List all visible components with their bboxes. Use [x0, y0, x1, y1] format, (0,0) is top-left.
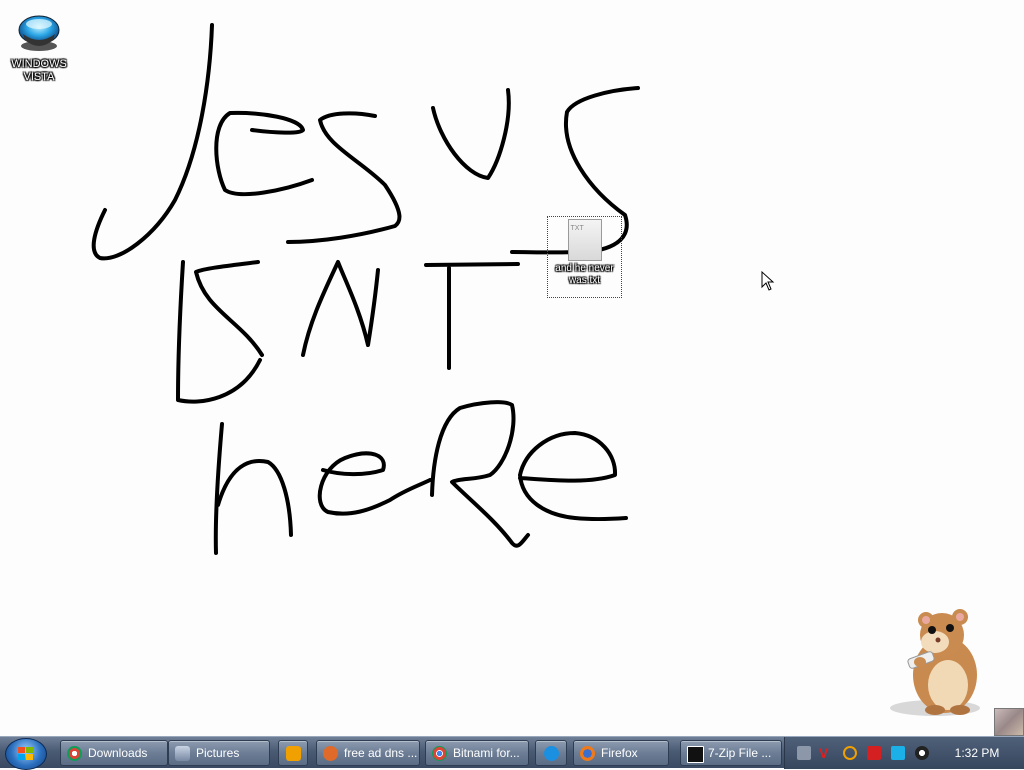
hamster-gadget-icon[interactable] — [880, 600, 985, 720]
chrome-icon — [432, 746, 447, 761]
taskbar-item-label: Pictures — [196, 746, 240, 760]
taskbar-item-label: free ad dns ... — [344, 746, 418, 760]
taskbar-item-downloads[interactable]: Downloads — [60, 740, 168, 766]
taskbar-item-bitnami[interactable]: Bitnami for... — [425, 740, 529, 766]
taskbar-item-free-ad-dns[interactable]: free ad dns ... — [316, 740, 420, 766]
firefox-icon — [580, 746, 595, 761]
taskbar-item-firefox[interactable]: Firefox — [573, 740, 669, 766]
clock[interactable]: 1:32 PM — [952, 737, 1002, 769]
search-icon[interactable] — [843, 746, 857, 760]
taskbar-item-label: Downloads — [88, 746, 148, 760]
and-he-never-was-txt-icon[interactable]: TXT and he never was.txt — [547, 216, 622, 298]
app-icon — [323, 746, 338, 761]
taskbar-item-media-player[interactable] — [278, 740, 308, 766]
start-button[interactable] — [5, 738, 47, 770]
txt-badge: TXT — [570, 225, 584, 232]
windows-flag-icon — [18, 747, 34, 761]
internet-explorer-icon — [544, 746, 559, 761]
desktop[interactable]: WINDOWS VISTA TXT and he never was.txt — [0, 0, 1024, 736]
desktop-icon-label: WINDOWS VISTA — [11, 58, 67, 83]
media-player-icon — [286, 746, 301, 761]
antivirus-icon[interactable]: V — [819, 746, 833, 760]
taskbar: Downloads Pictures free ad dns ... Bitna… — [0, 736, 1024, 770]
taskbar-item-label: 7-Zip File ... — [708, 746, 772, 760]
taskbar-item-pictures[interactable]: Pictures — [168, 740, 270, 766]
taskbar-item-label: Bitnami for... — [453, 746, 520, 760]
volume-icon[interactable] — [915, 746, 929, 760]
7zip-icon — [687, 746, 704, 763]
chrome-download-icon — [67, 746, 82, 761]
taskbar-item-internet-explorer[interactable] — [535, 740, 567, 766]
pictures-folder-icon — [175, 746, 190, 761]
taskbar-item-label: Firefox — [601, 746, 638, 760]
mouse-pointer-icon — [761, 271, 775, 291]
gadget-thumbnail[interactable] — [994, 708, 1024, 736]
freehand-drawing — [91, 23, 640, 555]
tray-app-icon[interactable] — [797, 746, 811, 760]
desktop-icon-label: and he never was.txt — [555, 263, 614, 286]
windows-vista-desktop-icon[interactable]: WINDOWS VISTA — [6, 12, 72, 84]
network-icon[interactable] — [891, 746, 905, 760]
text-document-icon: TXT — [567, 219, 602, 261]
flag-icon[interactable] — [867, 746, 881, 760]
taskbar-item-7zip[interactable]: 7-Zip File ... — [680, 740, 782, 766]
vista-orb-icon — [18, 15, 60, 51]
